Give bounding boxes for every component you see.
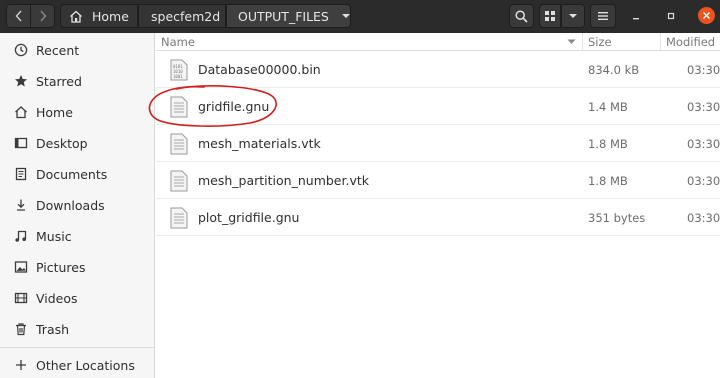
breadcrumb-specfem2d-label: specfem2d — [151, 8, 221, 24]
binary-file-icon: 0101 1010 1001 — [170, 59, 188, 81]
maximize-button[interactable] — [663, 8, 679, 24]
file-modified: 03:30 — [687, 100, 720, 114]
picture-icon — [13, 259, 29, 275]
sidebar-item-label: Recent — [36, 42, 80, 58]
column-divider[interactable] — [660, 33, 661, 51]
sidebar-item-starred[interactable]: Starred — [0, 66, 155, 96]
music-icon — [13, 228, 29, 244]
table-row[interactable]: gridfile.gnu 1.4 MB 03:30 — [156, 89, 720, 125]
table-row[interactable]: mesh_materials.vtk 1.8 MB 03:30 — [156, 126, 720, 162]
svg-text:1001: 1001 — [173, 74, 183, 79]
minimize-button[interactable] — [628, 8, 644, 24]
sidebar-item-label: Videos — [36, 290, 78, 306]
sidebar-item-pictures[interactable]: Pictures — [0, 252, 155, 282]
column-modified[interactable]: Modified — [666, 35, 715, 49]
document-icon — [13, 166, 29, 182]
star-icon — [13, 73, 29, 89]
text-file-icon — [170, 170, 188, 192]
file-name: mesh_partition_number.vtk — [198, 173, 370, 188]
back-button[interactable] — [6, 4, 31, 28]
sidebar-item-label: Documents — [36, 166, 108, 182]
file-name: gridfile.gnu — [198, 99, 270, 114]
search-button[interactable] — [509, 4, 534, 28]
file-size: 1.4 MB — [588, 100, 628, 114]
sidebar-item-label: Other Locations — [36, 357, 135, 373]
breadcrumb-output-files[interactable]: OUTPUT_FILES — [226, 4, 351, 28]
sidebar-item-downloads[interactable]: Downloads — [0, 190, 155, 220]
breadcrumb-home-label: Home — [92, 8, 129, 24]
file-name: plot_gridfile.gnu — [198, 210, 300, 225]
file-name: Database00000.bin — [198, 62, 321, 77]
table-row[interactable]: mesh_partition_number.vtk 1.8 MB 03:30 — [156, 163, 720, 199]
sidebar-item-home[interactable]: Home — [0, 97, 155, 127]
close-icon — [703, 12, 710, 19]
file-list: Name Size Modified 0101 1010 1001 Databa… — [156, 33, 720, 378]
download-icon — [13, 197, 29, 213]
breadcrumb-specfem2d[interactable]: specfem2d — [138, 4, 226, 28]
sidebar-item-label: Music — [36, 228, 72, 244]
sidebar: Recent Starred Home Desktop Documents Do… — [0, 33, 155, 378]
chevron-down-icon — [341, 14, 350, 18]
sidebar-item-label: Pictures — [36, 259, 86, 275]
view-options-button[interactable] — [561, 4, 585, 28]
sidebar-item-trash[interactable]: Trash — [0, 314, 155, 344]
hamburger-menu-icon — [598, 12, 608, 20]
file-modified: 03:30 — [687, 63, 720, 77]
sidebar-item-music[interactable]: Music — [0, 221, 155, 251]
column-name[interactable]: Name — [161, 35, 195, 49]
video-icon — [13, 290, 29, 306]
desktop-icon — [13, 135, 29, 151]
sidebar-item-recent[interactable]: Recent — [0, 35, 155, 65]
sidebar-item-label: Desktop — [36, 135, 88, 151]
file-modified: 03:30 — [687, 211, 720, 225]
forward-button[interactable] — [30, 4, 55, 28]
chevron-left-icon — [15, 10, 22, 22]
file-size: 1.8 MB — [588, 137, 628, 151]
column-divider[interactable] — [582, 33, 583, 51]
sidebar-item-label: Starred — [36, 73, 82, 89]
clock-icon — [13, 42, 29, 58]
column-size[interactable]: Size — [588, 35, 612, 49]
breadcrumb-home[interactable]: Home — [60, 4, 138, 28]
chevron-right-icon — [39, 10, 46, 22]
file-modified: 03:30 — [687, 174, 720, 188]
table-row[interactable]: plot_gridfile.gnu 351 bytes 03:30 — [156, 200, 720, 236]
file-name: mesh_materials.vtk — [198, 136, 321, 151]
trash-icon — [13, 321, 29, 337]
header-bar: Home specfem2d OUTPUT_FILES — [0, 0, 720, 33]
sidebar-separator — [0, 347, 155, 348]
sidebar-item-documents[interactable]: Documents — [0, 159, 155, 189]
minimize-icon — [633, 18, 639, 20]
file-size: 834.0 kB — [588, 63, 640, 77]
home-icon — [70, 10, 82, 23]
plus-icon — [13, 357, 29, 373]
search-icon — [515, 9, 528, 23]
breadcrumb-output-files-label: OUTPUT_FILES — [238, 8, 329, 24]
table-row[interactable]: 0101 1010 1001 Database00000.bin 834.0 k… — [156, 52, 720, 88]
sidebar-item-label: Home — [36, 104, 73, 120]
file-size: 351 bytes — [588, 211, 646, 225]
view-toggle-button[interactable] — [539, 4, 561, 28]
file-modified: 03:30 — [687, 137, 720, 151]
sidebar-item-label: Downloads — [36, 197, 105, 213]
text-file-icon — [170, 207, 188, 229]
column-header: Name Size Modified — [156, 33, 720, 51]
sidebar-item-label: Trash — [36, 321, 70, 337]
sort-indicator-icon[interactable] — [567, 34, 576, 48]
grid-view-icon — [545, 11, 555, 21]
chevron-down-icon — [569, 14, 577, 18]
text-file-icon — [170, 96, 188, 118]
home-icon — [13, 104, 29, 120]
close-button[interactable] — [698, 7, 715, 24]
sidebar-item-videos[interactable]: Videos — [0, 283, 155, 313]
menu-button[interactable] — [590, 4, 616, 28]
file-size: 1.8 MB — [588, 174, 628, 188]
maximize-icon — [667, 12, 675, 20]
sidebar-item-other-locations[interactable]: Other Locations — [0, 350, 155, 378]
sidebar-item-desktop[interactable]: Desktop — [0, 128, 155, 158]
text-file-icon — [170, 133, 188, 155]
